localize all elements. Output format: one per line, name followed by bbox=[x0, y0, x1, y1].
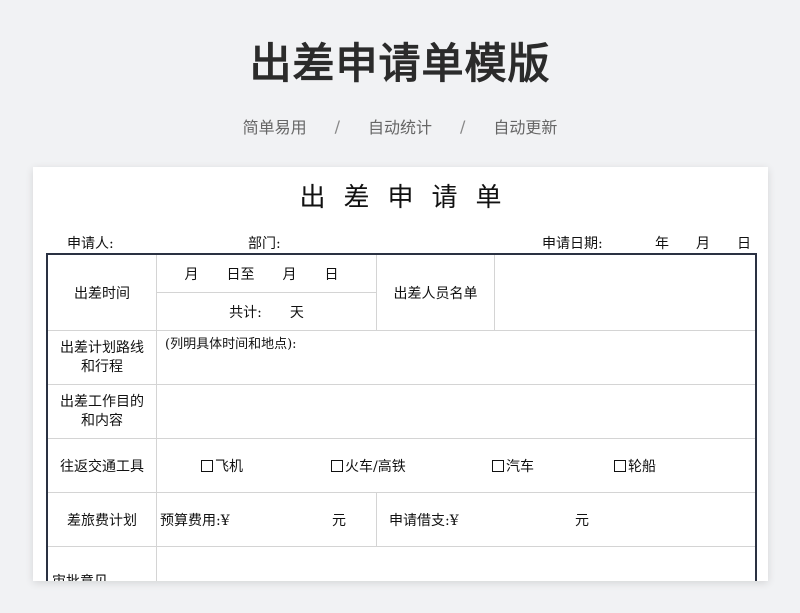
purpose-label-line2: 和内容 bbox=[81, 412, 123, 429]
estimate-unit: 元 bbox=[332, 512, 346, 529]
month-label: 月 bbox=[696, 236, 710, 252]
year-label: 年 bbox=[655, 236, 669, 252]
form-title: 出差申请单 bbox=[299, 183, 520, 213]
personnel-field[interactable] bbox=[495, 255, 755, 331]
form-preview-card: 出差申请单 申请人: 部门: 申请日期: 年 月 日 出差时间 月 日至 月 日… bbox=[33, 167, 768, 581]
trip-total-days[interactable]: 共计: 天 bbox=[157, 293, 377, 331]
day-label: 日 bbox=[737, 236, 751, 252]
checkbox-icon[interactable] bbox=[492, 459, 504, 472]
approval-label: 审批意见 bbox=[48, 547, 157, 581]
loan-cell[interactable]: 申请借支:¥ 元 bbox=[377, 493, 755, 547]
page-title: 出差申请单模版 bbox=[249, 39, 551, 88]
option-car[interactable]: 汽车 bbox=[492, 456, 534, 476]
checkbox-icon[interactable] bbox=[331, 459, 343, 472]
approval-field[interactable] bbox=[157, 547, 755, 581]
route-label-line1: 出差计划路线 bbox=[60, 339, 144, 356]
checkbox-icon[interactable] bbox=[201, 459, 213, 472]
route-hint: (列明具体时间和地点): bbox=[165, 337, 297, 352]
tagline: 简单易用 / 自动统计 / 自动更新 bbox=[0, 114, 800, 138]
transport-label: 往返交通工具 bbox=[48, 439, 157, 493]
tag-auto-stats: 自动统计 bbox=[367, 118, 432, 137]
tag-separator: / bbox=[334, 116, 340, 136]
budget-label: 差旅费计划 bbox=[48, 493, 157, 547]
option-plane-label: 飞机 bbox=[215, 458, 243, 475]
loan-unit: 元 bbox=[575, 512, 589, 529]
checkbox-icon[interactable] bbox=[614, 459, 626, 472]
department-label: 部门: bbox=[248, 236, 281, 252]
tag-separator: / bbox=[460, 116, 466, 136]
option-car-label: 汽车 bbox=[506, 458, 534, 475]
option-ship[interactable]: 轮船 bbox=[614, 456, 656, 476]
option-ship-label: 轮船 bbox=[628, 458, 656, 475]
apply-date-label: 申请日期: bbox=[542, 236, 603, 252]
option-train-label: 火车/高铁 bbox=[345, 458, 406, 475]
option-plane[interactable]: 飞机 bbox=[201, 456, 243, 476]
route-field[interactable]: (列明具体时间和地点): bbox=[157, 331, 755, 385]
trip-time-label: 出差时间 bbox=[48, 255, 157, 331]
form-table: 出差时间 月 日至 月 日 共计: 天 出差人员名单 出差计划路线 和行程 (列… bbox=[46, 253, 757, 581]
estimate-cell[interactable]: 预算费用:¥ 元 bbox=[157, 493, 377, 547]
purpose-label: 出差工作目的 和内容 bbox=[48, 385, 157, 439]
route-label-line2: 和行程 bbox=[81, 358, 123, 375]
purpose-label-line1: 出差工作目的 bbox=[60, 393, 144, 410]
tag-auto-update: 自动更新 bbox=[493, 118, 558, 137]
applicant-label: 申请人: bbox=[67, 236, 114, 252]
estimate-label: 预算费用:¥ bbox=[160, 512, 230, 529]
personnel-label: 出差人员名单 bbox=[377, 255, 495, 331]
loan-label: 申请借支:¥ bbox=[389, 512, 459, 529]
trip-date-range[interactable]: 月 日至 月 日 bbox=[157, 255, 377, 293]
tag-easy: 简单易用 bbox=[242, 118, 307, 137]
purpose-field[interactable] bbox=[157, 385, 755, 439]
option-train[interactable]: 火车/高铁 bbox=[331, 456, 406, 476]
transport-options: 飞机 火车/高铁 汽车 轮船 bbox=[157, 439, 755, 493]
route-label: 出差计划路线 和行程 bbox=[48, 331, 157, 385]
